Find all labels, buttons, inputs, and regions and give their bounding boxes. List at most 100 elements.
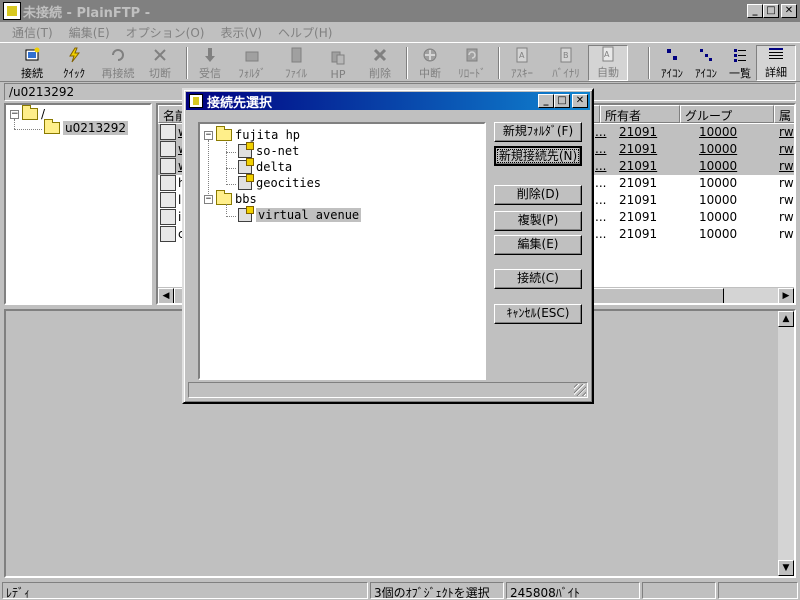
connect-site-button[interactable]: 接続(C) <box>494 269 582 289</box>
resize-grip-icon[interactable] <box>574 384 586 396</box>
svg-text:B: B <box>563 51 569 60</box>
window-titlebar[interactable]: 未接続 - PlainFTP - _ □ ✕ <box>0 0 800 22</box>
abort-button[interactable]: 中断 <box>410 45 450 81</box>
homepage-label: HP <box>330 68 346 81</box>
tree-node-root[interactable]: − / <box>10 105 45 121</box>
new-folder-button[interactable]: ﾌｫﾙﾀﾞ <box>232 45 272 81</box>
disconnect-label: 切断 <box>149 67 171 80</box>
new-site-button[interactable]: 新規接続先(N) <box>494 146 582 166</box>
edit-site-button[interactable]: 編集(E) <box>494 235 582 255</box>
abort-icon <box>422 47 438 63</box>
site-item[interactable]: delta <box>238 158 292 174</box>
maximize-button[interactable]: □ <box>763 4 779 18</box>
file-perm: rw <box>779 125 794 139</box>
delete-label: 削除 <box>369 67 391 80</box>
site-item-selected[interactable]: virtual avenue <box>238 206 362 222</box>
quick-connect-icon <box>66 47 82 63</box>
details-view-button[interactable]: 詳細 <box>756 45 796 81</box>
file-icon <box>160 141 176 157</box>
dialog-titlebar[interactable]: 接続先選択 _ □ ✕ <box>186 92 590 111</box>
delete-site-button[interactable]: 削除(D) <box>494 185 582 205</box>
reload-button[interactable]: ﾘﾛｰﾄﾞ <box>452 45 492 81</box>
delete-icon <box>372 47 388 63</box>
collapse-icon[interactable]: − <box>10 109 19 119</box>
disconnect-button[interactable]: 切断 <box>140 45 180 81</box>
tree-line <box>226 168 236 169</box>
status-bytes: 245808ﾊﾞｲﾄ <box>506 582 640 599</box>
quick-connect-button[interactable]: ｸｲｯｸ <box>54 45 94 81</box>
dialog-icon <box>189 94 203 108</box>
menu-help[interactable]: ヘルプ(H) <box>270 24 340 41</box>
disconnect-icon <box>152 47 168 63</box>
tree-line <box>226 184 236 185</box>
homepage-button[interactable]: HP <box>318 45 358 81</box>
scroll-left-button[interactable]: ◀ <box>158 288 174 303</box>
new-folder-button[interactable]: 新規ﾌｫﾙﾀﾞ(F) <box>494 122 582 142</box>
download-label: 受信 <box>199 67 221 80</box>
scroll-right-button[interactable]: ▶ <box>778 288 794 303</box>
collapse-icon[interactable]: − <box>204 194 213 204</box>
new-file-button[interactable]: ﾌｧｲﾙ <box>276 45 316 81</box>
tree-node-home[interactable]: u0213292 <box>44 119 129 135</box>
auto-mode-button[interactable]: A 自動 <box>588 45 628 81</box>
file-size: ... <box>595 210 607 224</box>
scroll-up-button[interactable]: ▲ <box>778 311 794 327</box>
menu-options[interactable]: オプション(O) <box>118 24 213 41</box>
menu-communication[interactable]: 通信(T) <box>4 24 61 41</box>
file-size: ... <box>595 193 607 207</box>
minimize-button[interactable]: _ <box>747 4 763 18</box>
site-item[interactable]: so-net <box>238 142 300 158</box>
tree-line <box>208 140 209 194</box>
connect-label: 接続 <box>21 67 43 80</box>
app-icon[interactable] <box>3 2 21 20</box>
dialog-maximize-button[interactable]: □ <box>554 94 570 108</box>
dialog-window-controls: _ □ ✕ <box>538 94 588 108</box>
cancel-button[interactable]: ｷｬﾝｾﾙ(ESC) <box>494 304 582 324</box>
reload-label: ﾘﾛｰﾄﾞ <box>458 67 486 80</box>
binary-mode-button[interactable]: B ﾊﾞｲﾅﾘ <box>546 45 586 81</box>
site-item[interactable]: geocities <box>238 174 322 190</box>
vertical-scrollbar[interactable]: ▲ ▼ <box>778 311 794 576</box>
close-button[interactable]: ✕ <box>781 4 797 18</box>
folder-icon <box>22 105 38 120</box>
column-attributes[interactable]: 属 <box>774 105 794 123</box>
menu-edit[interactable]: 編集(E) <box>61 24 118 41</box>
folder-icon <box>216 126 232 141</box>
ascii-mode-button[interactable]: A ｱｽｷｰ <box>502 45 542 81</box>
copy-site-button[interactable]: 複製(P) <box>494 211 582 231</box>
scroll-down-button[interactable]: ▼ <box>778 560 794 576</box>
download-button[interactable]: 受信 <box>190 45 230 81</box>
list-view-button[interactable]: 一覧 <box>720 45 760 81</box>
file-owner: 21091 <box>619 159 658 173</box>
directory-tree[interactable]: − / u0213292 <box>4 103 152 305</box>
reconnect-button[interactable]: 再接続 <box>98 45 138 81</box>
menu-view[interactable]: 表示(V) <box>212 24 270 41</box>
site-group-bbs[interactable]: − bbs <box>204 190 257 206</box>
file-perm: rw <box>779 210 794 224</box>
tree-home-label: u0213292 <box>63 121 129 135</box>
site-select-dialog[interactable]: 接続先選択 _ □ ✕ − fujita hp so-net delta geo… <box>182 88 594 404</box>
file-icon <box>160 158 176 174</box>
new-folder-label: ﾌｫﾙﾀﾞ <box>238 67 266 80</box>
auto-mode-label: 自動 <box>597 66 619 79</box>
site-tree[interactable]: − fujita hp so-net delta geocities − bbs <box>198 122 486 380</box>
site-group-fujita-hp[interactable]: − fujita hp <box>204 126 300 142</box>
site-label: geocities <box>256 176 322 190</box>
site-label: so-net <box>256 144 300 158</box>
connect-button[interactable]: 接続 <box>12 45 52 81</box>
file-owner: 21091 <box>619 125 658 139</box>
toolbar-separator <box>498 47 500 79</box>
column-group[interactable]: グループ <box>680 105 774 123</box>
dialog-minimize-button[interactable]: _ <box>538 94 554 108</box>
tree-line <box>226 152 236 153</box>
column-owner[interactable]: 所有者 <box>600 105 680 123</box>
dialog-close-button[interactable]: ✕ <box>572 94 588 108</box>
list-view-icon <box>732 47 748 63</box>
collapse-icon[interactable]: − <box>204 130 213 140</box>
svg-text:A: A <box>604 50 610 59</box>
file-group: 10000 <box>699 142 738 156</box>
abort-label: 中断 <box>419 67 441 80</box>
file-group: 10000 <box>699 176 738 190</box>
file-size: ... <box>595 227 607 241</box>
delete-button[interactable]: 削除 <box>360 45 400 81</box>
